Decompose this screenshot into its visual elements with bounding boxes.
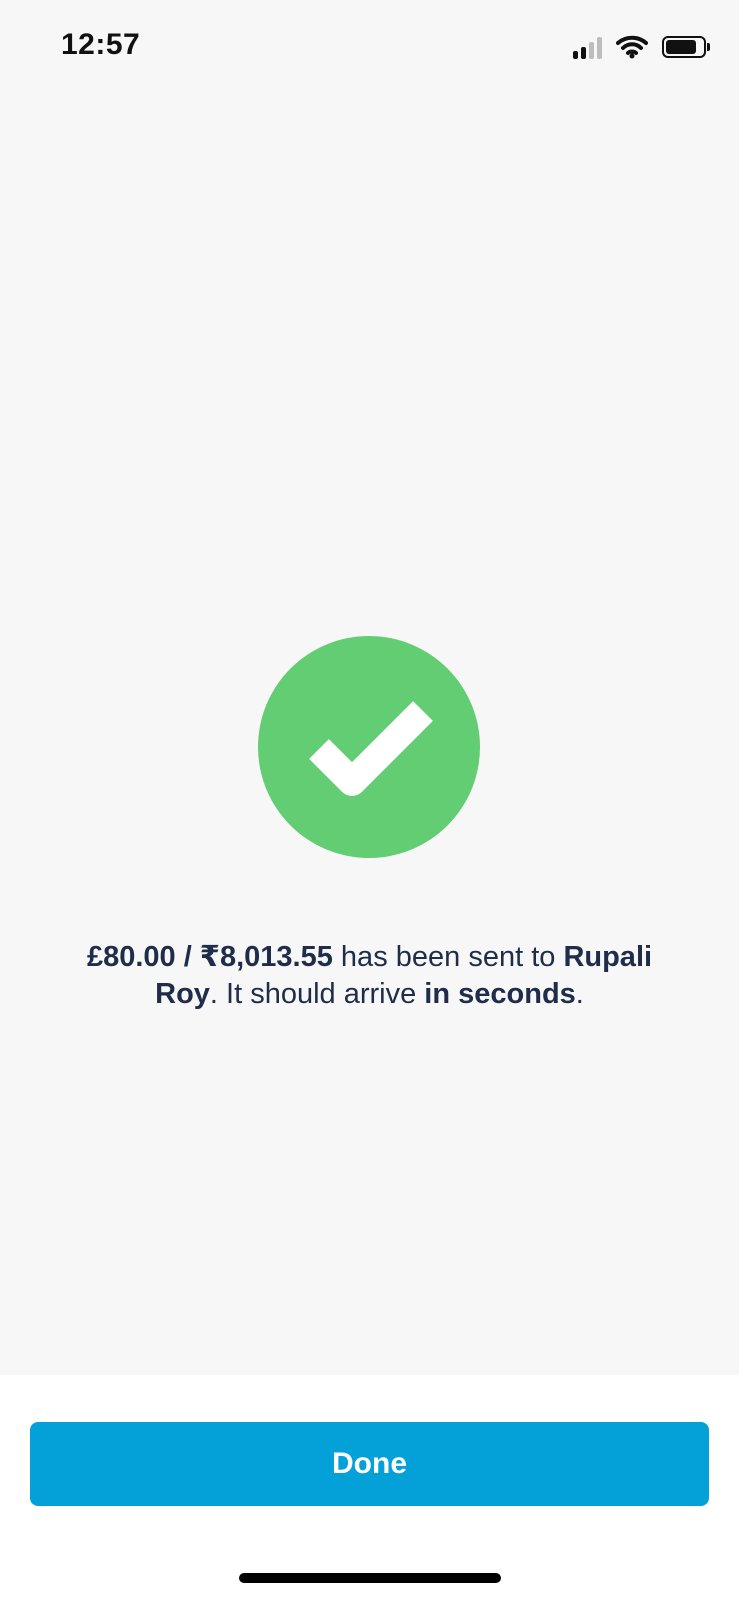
home-indicator [239,1573,501,1583]
payment-success-screen: £80.00 / ₹8,013.55 has been sent to Rupa… [0,0,739,1375]
sent-text: has been sent to [332,941,564,973]
done-button[interactable]: Done [30,1422,709,1506]
message-end-punctuation: . [575,978,584,1010]
arrival-time: in seconds [424,978,576,1010]
check-icon [309,701,433,796]
transfer-amount: £80.00 / ₹8,013.55 [86,941,333,973]
arrival-text: . It should arrive [209,978,425,1010]
transfer-confirmation-message: £80.00 / ₹8,013.55 has been sent to Rupa… [52,939,687,1013]
bottom-action-area: Done [0,1375,739,1600]
check-circle-icon [258,636,480,858]
